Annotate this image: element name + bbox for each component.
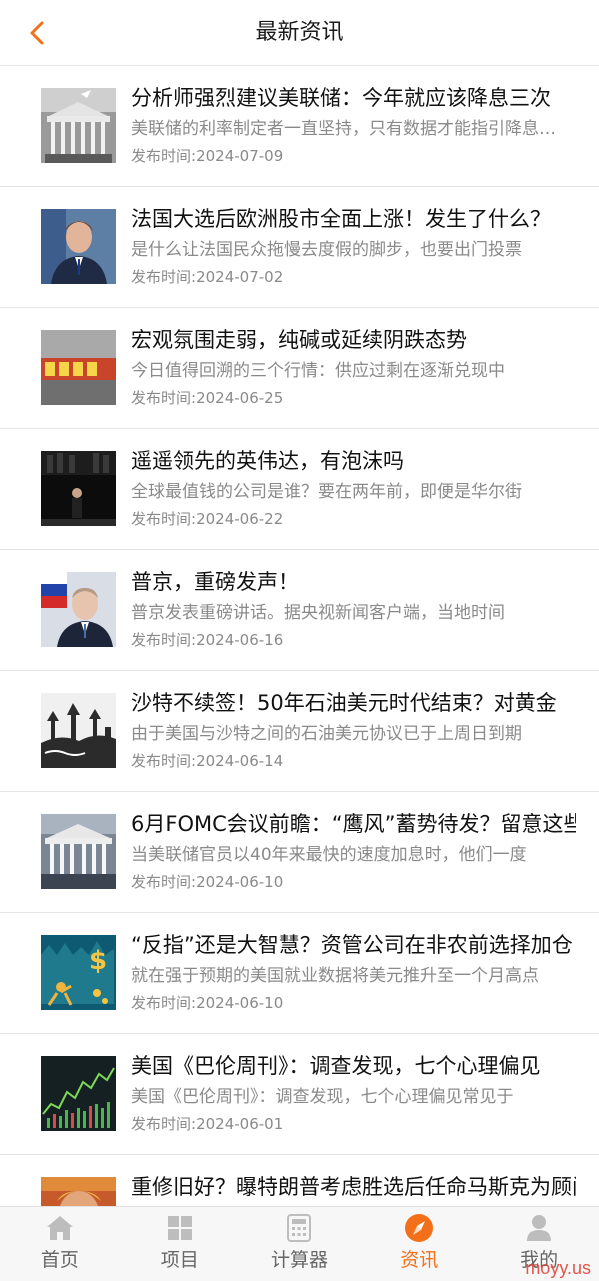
news-date: 发布时间:2024-07-09 — [131, 144, 283, 168]
tab-label: 资讯 — [400, 1249, 439, 1271]
news-title: 宏观氛围走弱，纯碱或延续阴跌态势 — [131, 328, 467, 352]
news-thumbnail — [41, 88, 116, 163]
news-date: 发布时间:2024-07-02 — [131, 265, 283, 289]
date-prefix: 发布时间: — [131, 1115, 197, 1133]
home-icon — [45, 1213, 75, 1243]
news-date: 发布时间:2024-06-14 — [131, 749, 283, 773]
news-date: 发布时间:2024-06-01 — [131, 1112, 283, 1136]
news-title: 法国大选后欧洲股市全面上涨！发生了什么？ — [131, 207, 551, 231]
date-value: 2024-06-25 — [196, 389, 284, 407]
date-value: 2024-07-02 — [196, 268, 284, 286]
date-value: 2024-06-01 — [196, 1115, 284, 1133]
news-list: 分析师强烈建议美联储：今年就应该降息三次 美联储的利率制定者一直坚持，只有数据才… — [0, 66, 599, 1206]
svg-text:$: $ — [89, 946, 107, 976]
news-thumbnail — [41, 330, 116, 405]
news-title: “反指”还是大智慧？资管公司在非农前选择加仓 — [131, 933, 573, 957]
news-thumbnail — [41, 451, 116, 526]
news-title: 6月FOMC会议前瞻：“鹰风”蓄势待发？留意这些 — [131, 812, 576, 836]
tab-news[interactable]: 资讯 — [359, 1207, 479, 1281]
news-title: 普京，重磅发声！ — [131, 570, 299, 594]
news-thumbnail — [41, 693, 116, 768]
news-summary: 普京发表重磅讲话。据央视新闻客户端，当地时间 — [131, 603, 505, 623]
date-prefix: 发布时间: — [131, 268, 197, 286]
date-value: 2024-06-10 — [196, 873, 284, 891]
page-title: 最新资讯 — [255, 20, 344, 45]
news-item[interactable]: 美国《巴伦周刊》：调查发现，七个心理偏见 美国《巴伦周刊》：调查发现，七个心理偏… — [0, 1034, 599, 1155]
news-item[interactable]: 6月FOMC会议前瞻：“鹰风”蓄势待发？留意这些 当美联储官员以40年来最快的速… — [0, 792, 599, 913]
tab-label: 计算器 — [270, 1249, 328, 1271]
date-prefix: 发布时间: — [131, 147, 197, 165]
news-summary: 当美联储官员以40年来最快的速度加息时，他们一度 — [131, 845, 527, 865]
news-item[interactable]: 遥遥领先的英伟达，有泡沫吗 全球最值钱的公司是谁？要在两年前，即便是华尔街 发布… — [0, 429, 599, 550]
grid-icon — [165, 1213, 195, 1243]
back-button[interactable] — [22, 18, 52, 48]
news-item[interactable]: 重修旧好？曝特朗普考虑胜选后任命马斯克为顾问 — [0, 1155, 599, 1206]
date-prefix: 发布时间: — [131, 873, 197, 891]
date-value: 2024-06-14 — [196, 752, 284, 770]
news-summary: 今日值得回溯的三个行情：供应过剩在逐渐兑现中 — [131, 361, 505, 381]
date-value: 2024-07-09 — [196, 147, 284, 165]
news-date: 发布时间:2024-06-10 — [131, 870, 283, 894]
news-item[interactable]: 分析师强烈建议美联储：今年就应该降息三次 美联储的利率制定者一直坚持，只有数据才… — [0, 66, 599, 187]
news-title: 遥遥领先的英伟达，有泡沫吗 — [131, 449, 404, 473]
news-date: 发布时间:2024-06-10 — [131, 991, 283, 1015]
news-item[interactable]: 普京，重磅发声！ 普京发表重磅讲话。据央视新闻客户端，当地时间 发布时间:202… — [0, 550, 599, 671]
date-value: 2024-06-10 — [196, 994, 284, 1012]
calculator-icon — [284, 1213, 314, 1243]
news-summary: 是什么让法国民众拖慢去度假的脚步，也要出门投票 — [131, 240, 522, 260]
date-prefix: 发布时间: — [131, 752, 197, 770]
tab-label: 首页 — [40, 1249, 79, 1271]
news-summary: 美联储的利率制定者一直坚持，只有数据才能指引降息时机 — [131, 119, 571, 139]
date-prefix: 发布时间: — [131, 510, 197, 528]
tab-label: 项目 — [160, 1249, 199, 1271]
news-summary: 全球最值钱的公司是谁？要在两年前，即便是华尔街 — [131, 482, 522, 502]
date-value: 2024-06-22 — [196, 510, 284, 528]
bottom-tab-bar: 首页 项目 计算器 资讯 我的 — [0, 1206, 599, 1281]
page-header: 最新资讯 — [0, 0, 599, 66]
news-item[interactable]: $ “反指”还是大智慧？资管公司在非农前选择加仓 就在强于预期的美国就业数据将美… — [0, 913, 599, 1034]
news-summary: 美国《巴伦周刊》：调查发现，七个心理偏见常见于 — [131, 1087, 514, 1107]
news-thumbnail — [41, 1056, 116, 1131]
tab-home[interactable]: 首页 — [0, 1207, 120, 1281]
tab-calculator[interactable]: 计算器 — [240, 1207, 360, 1281]
compass-icon — [404, 1213, 434, 1243]
news-title: 美国《巴伦周刊》：调查发现，七个心理偏见 — [131, 1054, 541, 1078]
news-thumbnail — [41, 209, 116, 284]
news-date: 发布时间:2024-06-22 — [131, 507, 283, 531]
user-icon — [524, 1213, 554, 1243]
date-prefix: 发布时间: — [131, 631, 197, 649]
date-value: 2024-06-16 — [196, 631, 284, 649]
news-item[interactable]: 宏观氛围走弱，纯碱或延续阴跌态势 今日值得回溯的三个行情：供应过剩在逐渐兑现中 … — [0, 308, 599, 429]
tab-projects[interactable]: 项目 — [120, 1207, 240, 1281]
news-date: 发布时间:2024-06-25 — [131, 386, 283, 410]
news-title: 重修旧好？曝特朗普考虑胜选后任命马斯克为顾问 — [131, 1175, 576, 1199]
news-summary: 就在强于预期的美国就业数据将美元推升至一个月高点 — [131, 966, 539, 986]
news-thumbnail — [41, 572, 116, 647]
news-item[interactable]: 沙特不续签！50年石油美元时代结束？对黄金 由于美国与沙特之间的石油美元协议已于… — [0, 671, 599, 792]
date-prefix: 发布时间: — [131, 994, 197, 1012]
chevron-left-icon — [30, 21, 44, 45]
news-summary: 由于美国与沙特之间的石油美元协议已于上周日到期 — [131, 724, 522, 744]
news-title: 分析师强烈建议美联储：今年就应该降息三次 — [131, 86, 551, 110]
watermark-text: moyy.us — [525, 1258, 591, 1278]
news-item[interactable]: 法国大选后欧洲股市全面上涨！发生了什么？ 是什么让法国民众拖慢去度假的脚步，也要… — [0, 187, 599, 308]
news-thumbnail — [41, 814, 116, 889]
news-title: 沙特不续签！50年石油美元时代结束？对黄金 — [131, 691, 557, 715]
date-prefix: 发布时间: — [131, 389, 197, 407]
news-date: 发布时间:2024-06-16 — [131, 628, 283, 652]
news-thumbnail: $ — [41, 935, 116, 1010]
news-thumbnail — [41, 1177, 116, 1206]
